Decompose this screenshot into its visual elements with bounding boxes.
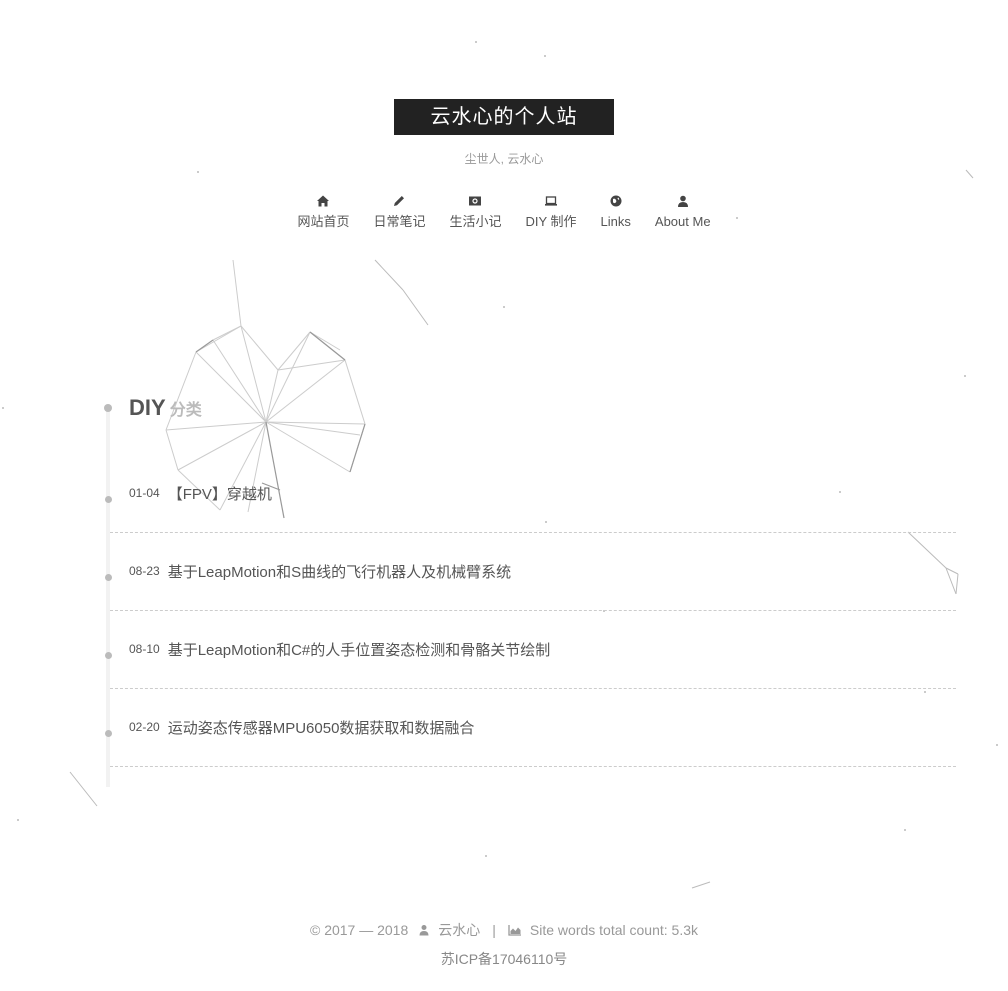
nav-label: About Me [654,214,711,229]
post-item: 02-20 运动姿态传感器MPU6050数据获取和数据融合 [105,688,956,767]
nav-item-links[interactable]: Links [589,194,643,230]
icp-link[interactable]: 苏ICP备17046110号 [0,949,1008,969]
nav-label: 网站首页 [297,214,350,229]
category-name: DIY [129,395,166,420]
post-item: 01-04 【FPV】穿越机 [105,454,956,533]
user-icon [419,925,429,936]
site-title[interactable]: 云水心的个人站 [394,99,614,135]
home-icon [317,195,330,207]
nav-item-about[interactable]: About Me [643,194,723,230]
post-date: 08-23 [129,564,160,578]
post-item: 08-23 基于LeapMotion和S曲线的飞行机器人及机械臂系统 [105,532,956,611]
main-nav: 网站首页 日常笔记 生活小记 DIY 制作 Links About Me [0,194,1008,230]
copyright-text: © 2017 — 2018 [309,922,409,938]
post-item: 08-10 基于LeapMotion和C#的人手位置姿态检测和骨骼关节绘制 [105,610,956,689]
nav-label: DIY 制作 [525,214,577,229]
post-title-link[interactable]: 基于LeapMotion和S曲线的飞行机器人及机械臂系统 [168,561,511,582]
site-subtitle: 尘世人, 云水心 [464,152,544,166]
area-chart-icon [508,925,521,936]
post-date: 01-04 [129,486,160,500]
nav-item-notes[interactable]: 日常笔记 [361,194,437,230]
nav-label: 生活小记 [449,214,502,229]
author-name: 云水心 [438,922,481,938]
word-count: Site words total count: 5.3k [529,922,698,938]
nav-item-home[interactable]: 网站首页 [285,194,361,230]
user-icon [677,195,688,207]
post-title-link[interactable]: 【FPV】穿越机 [168,483,272,504]
nav-label: Links [600,214,631,229]
nav-item-diy[interactable]: DIY 制作 [513,194,588,230]
laptop-icon [545,196,558,206]
category-suffix: 分类 [169,402,202,419]
globe-icon [610,195,622,207]
footer-separator: | [492,922,496,938]
post-date: 02-20 [129,720,160,734]
footer: © 2017 — 2018 云水心 | Site words total cou… [0,920,1008,940]
nav-label: 日常笔记 [373,214,426,229]
post-title-link[interactable]: 运动姿态传感器MPU6050数据获取和数据融合 [168,717,475,738]
nav-item-life[interactable]: 生活小记 [437,194,513,230]
camera-icon [469,196,482,206]
section-title: DIY 分类 [129,395,202,421]
post-date: 08-10 [129,642,160,656]
timeline-dot [105,496,112,503]
page: 云水心的个人站 尘世人, 云水心 网站首页 日常笔记 生活小记 DIY 制作 L… [0,0,1008,991]
timeline-dot [105,652,112,659]
pencil-icon [394,196,405,206]
timeline-dot [105,574,112,581]
timeline-dot [105,730,112,737]
timeline-dot [104,404,112,412]
post-title-link[interactable]: 基于LeapMotion和C#的人手位置姿态检测和骨骼关节绘制 [168,639,551,660]
